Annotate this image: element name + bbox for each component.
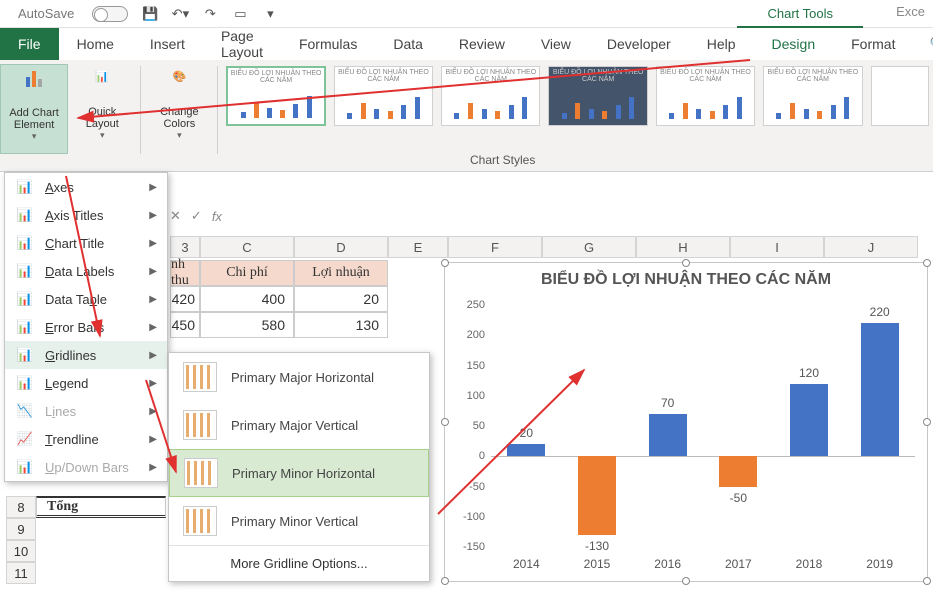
- gridlines-primary-major-horizontal[interactable]: Primary Major Horizontal: [169, 353, 429, 401]
- undo-icon[interactable]: ↶▾: [172, 6, 188, 22]
- chart-style-6[interactable]: BIỂU ĐỒ LỢI NHUẬN THEO CÁC NĂM: [763, 66, 862, 126]
- gridlines-primary-minor-horizontal[interactable]: Primary Minor Horizontal: [169, 449, 429, 497]
- tab-insert[interactable]: Insert: [132, 28, 203, 60]
- menu-chart-title[interactable]: 📊Chart Title▶: [5, 229, 167, 257]
- tab-home[interactable]: Home: [59, 28, 132, 60]
- gridlines-primary-minor-vertical[interactable]: Primary Minor Vertical: [169, 497, 429, 545]
- menu-legend[interactable]: 📊Legend▶: [5, 369, 167, 397]
- cell-d2[interactable]: 130: [294, 312, 388, 338]
- chart-style-3[interactable]: BIỂU ĐỒ LỢI NHUẬN THEO CÁC NĂM: [441, 66, 540, 126]
- autosave-toggle[interactable]: [92, 6, 128, 22]
- add-chart-element-menu: 📊AAxesxes▶ 📊Axis Titles▶ 📊Chart Title▶ 📊…: [4, 172, 168, 482]
- menu-data-table[interactable]: 📊Data Table▶: [5, 285, 167, 313]
- col-header-g[interactable]: G: [542, 236, 636, 258]
- column-headers: 3 C D E F G H I J: [170, 236, 929, 258]
- cell-b-header[interactable]: nh thu: [170, 260, 200, 286]
- tab-page-layout[interactable]: Page Layout: [203, 28, 281, 60]
- cell-c1[interactable]: 400: [200, 286, 294, 312]
- col-header-3[interactable]: 3: [170, 236, 200, 258]
- cell-tong[interactable]: Tổng: [36, 496, 166, 518]
- table-row-2: 450 580 130: [170, 312, 388, 338]
- cell-b2[interactable]: 450: [170, 312, 200, 338]
- col-header-d[interactable]: D: [294, 236, 388, 258]
- chart-plot-area[interactable]: 250200150100500-50-100-150202014-1302015…: [491, 305, 915, 547]
- change-colors-label: Change Colors: [145, 106, 213, 130]
- change-colors-button[interactable]: 🎨 Change Colors ▾: [145, 64, 213, 154]
- row-header-9[interactable]: 9: [6, 518, 36, 540]
- menu-lines: 📉Lines▶: [5, 397, 167, 425]
- ribbon-band: Add Chart Element ▾ 📊 Quick Layout ▾ 🎨 C…: [0, 60, 933, 172]
- chart-style-5[interactable]: BIỂU ĐỒ LỢI NHUẬN THEO CÁC NĂM: [656, 66, 755, 126]
- quick-layout-button[interactable]: 📊 Quick Layout ▾: [68, 64, 136, 154]
- add-chart-element-label: Add Chart Element: [1, 107, 67, 131]
- row-headers: 8 9 10 11: [6, 496, 36, 584]
- tab-file[interactable]: File: [0, 28, 59, 60]
- chart-style-2[interactable]: BIỂU ĐỒ LỢI NHUẬN THEO CÁC NĂM: [334, 66, 433, 126]
- table-row-1: 420 400 20: [170, 286, 388, 312]
- menu-trendline[interactable]: 📈Trendline▶: [5, 425, 167, 453]
- save-icon[interactable]: 💾: [142, 6, 158, 22]
- tab-developer[interactable]: Developer: [589, 28, 689, 60]
- redo-icon[interactable]: ↷: [202, 6, 218, 22]
- col-header-i[interactable]: I: [730, 236, 824, 258]
- cell-d1[interactable]: 20: [294, 286, 388, 312]
- menu-axis-titles[interactable]: 📊Axis Titles▶: [5, 201, 167, 229]
- tab-data[interactable]: Data: [375, 28, 441, 60]
- app-name: Exce: [896, 4, 925, 19]
- gridlines-primary-major-vertical[interactable]: Primary Major Vertical: [169, 401, 429, 449]
- customize-qat-icon[interactable]: ▾: [262, 6, 278, 22]
- cell-d-header[interactable]: Lợi nhuận: [294, 260, 388, 286]
- row-header-11[interactable]: 11: [6, 562, 36, 584]
- fx-cancel-icon[interactable]: ✕: [170, 208, 181, 224]
- col-header-e[interactable]: E: [388, 236, 448, 258]
- tong-cell-wrap: Tổng: [36, 496, 166, 518]
- chart-styles-group-label: Chart Styles: [470, 153, 535, 167]
- cell-b1[interactable]: 420: [170, 286, 200, 312]
- col-header-c[interactable]: C: [200, 236, 294, 258]
- row-header-10[interactable]: 10: [6, 540, 36, 562]
- ribbon-tabs: File Home Insert Page Layout Formulas Da…: [0, 28, 933, 60]
- chart-style-4[interactable]: BIỂU ĐỒ LỢI NHUẬN THEO CÁC NĂM: [548, 66, 647, 126]
- tab-formulas[interactable]: Formulas: [281, 28, 375, 60]
- tab-review[interactable]: Review: [441, 28, 523, 60]
- col-header-h[interactable]: H: [636, 236, 730, 258]
- tab-format[interactable]: Format: [833, 28, 913, 60]
- quick-layout-label: Quick Layout: [68, 106, 136, 130]
- fx-icon[interactable]: fx: [212, 209, 222, 224]
- gridlines-more-options[interactable]: More Gridline Options...: [169, 545, 429, 581]
- cell-c-header[interactable]: Chi phí: [200, 260, 294, 286]
- menu-updown-bars: 📊Up/Down Bars▶: [5, 453, 167, 481]
- col-header-j[interactable]: J: [824, 236, 918, 258]
- tab-help[interactable]: Help: [689, 28, 754, 60]
- gridlines-submenu: Primary Major Horizontal Primary Major V…: [168, 352, 430, 582]
- menu-gridlines[interactable]: 📊Gridlines▶: [5, 341, 167, 369]
- menu-data-labels[interactable]: 📊Data Labels▶: [5, 257, 167, 285]
- col-header-f[interactable]: F: [448, 236, 542, 258]
- autosave-label: AutoSave: [18, 6, 74, 21]
- chart-title[interactable]: BIỂU ĐỒ LỢI NHUẬN THEO CÁC NĂM: [445, 263, 927, 293]
- row-header-8[interactable]: 8: [6, 496, 36, 518]
- chart-style-7[interactable]: [871, 66, 929, 126]
- menu-axes[interactable]: 📊AAxesxes▶: [5, 173, 167, 201]
- chart-style-1[interactable]: BIỂU ĐỒ LỢI NHUẬN THEO CÁC NĂM: [226, 66, 325, 126]
- fx-confirm-icon[interactable]: ✓: [191, 208, 202, 224]
- chart-object[interactable]: BIỂU ĐỒ LỢI NHUẬN THEO CÁC NĂM 250200150…: [444, 262, 928, 582]
- formula-bar: ✕ ✓ fx: [170, 206, 929, 226]
- add-chart-element-button[interactable]: Add Chart Element ▾: [0, 64, 68, 154]
- title-bar: AutoSave 💾 ↶▾ ↷ ▭ ▾ Chart Tools Exce: [0, 0, 933, 28]
- table-row-header: nh thu Chi phí Lợi nhuận: [170, 260, 388, 286]
- tab-view[interactable]: View: [523, 28, 589, 60]
- cell-c2[interactable]: 580: [200, 312, 294, 338]
- quick-print-icon[interactable]: ▭: [232, 6, 248, 22]
- chart-tools-contextual-tab: Chart Tools: [737, 0, 863, 28]
- ribbon-search-icon[interactable]: 🔍: [913, 28, 933, 60]
- tab-design[interactable]: Design: [754, 28, 834, 60]
- menu-error-bars[interactable]: 📊Error Bars▶: [5, 313, 167, 341]
